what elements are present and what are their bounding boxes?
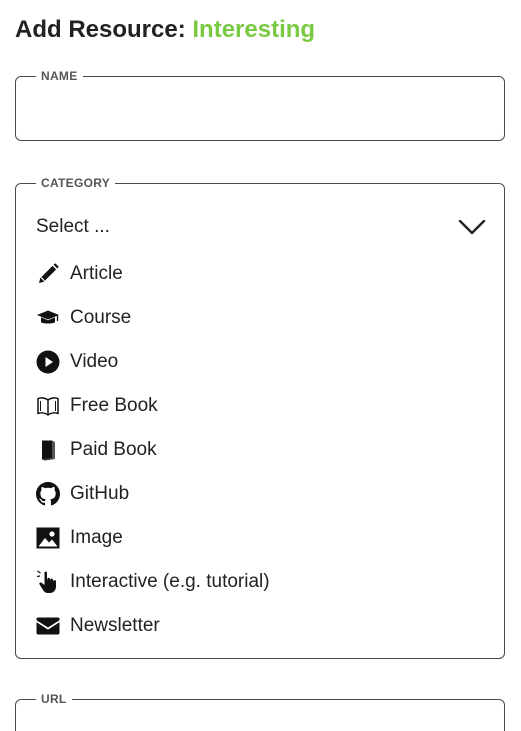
add-resource-page: Add Resource: Interesting NAME CATEGORY … <box>0 0 521 731</box>
category-option-course[interactable]: Course <box>36 296 270 340</box>
category-option-article[interactable]: Article <box>36 252 270 296</box>
image-icon <box>36 526 60 550</box>
category-options-list: Article Course Video Free Book Paid Book… <box>36 252 270 648</box>
category-option-label: Paid Book <box>70 439 157 460</box>
category-select[interactable]: Select ... <box>36 212 486 242</box>
name-label: NAME <box>41 69 78 83</box>
name-input[interactable] <box>26 99 494 139</box>
category-option-label: Free Book <box>70 395 158 416</box>
category-option-github[interactable]: GitHub <box>36 472 270 516</box>
play-circle-icon <box>36 350 60 374</box>
hand-pointer-icon <box>36 570 60 594</box>
url-fieldset: URL <box>15 692 505 731</box>
chevron-down-icon[interactable] <box>458 218 486 236</box>
category-option-image[interactable]: Image <box>36 516 270 560</box>
category-option-label: Course <box>70 307 132 328</box>
category-option-newsletter[interactable]: Newsletter <box>36 604 270 648</box>
graduation-cap-icon <box>36 306 60 330</box>
page-title-accent: Interesting <box>192 16 316 43</box>
github-icon <box>36 482 60 506</box>
envelope-icon <box>36 614 60 638</box>
category-option-free-book[interactable]: Free Book <box>36 384 270 428</box>
category-fieldset: CATEGORY Select ... Article Course Video… <box>15 176 505 659</box>
category-option-label: Newsletter <box>70 615 160 636</box>
url-label: URL <box>41 692 67 706</box>
category-option-label: Interactive (e.g. tutorial) <box>70 571 270 592</box>
category-option-label: GitHub <box>70 483 130 504</box>
category-label: CATEGORY <box>41 176 111 190</box>
pencil-icon <box>36 262 60 286</box>
page-title-prefix: Add Resource: <box>15 16 186 43</box>
page-title: Add Resource: Interesting <box>15 14 315 46</box>
category-option-paid-book[interactable]: Paid Book <box>36 428 270 472</box>
category-option-interactive[interactable]: Interactive (e.g. tutorial) <box>36 560 270 604</box>
open-book-icon <box>36 394 60 418</box>
category-option-label: Article <box>70 263 123 284</box>
category-select-placeholder: Select ... <box>36 216 110 237</box>
category-option-label: Image <box>70 527 123 548</box>
name-fieldset: NAME <box>15 69 505 141</box>
category-option-video[interactable]: Video <box>36 340 270 384</box>
book-icon <box>36 438 60 462</box>
category-option-label: Video <box>70 351 119 372</box>
